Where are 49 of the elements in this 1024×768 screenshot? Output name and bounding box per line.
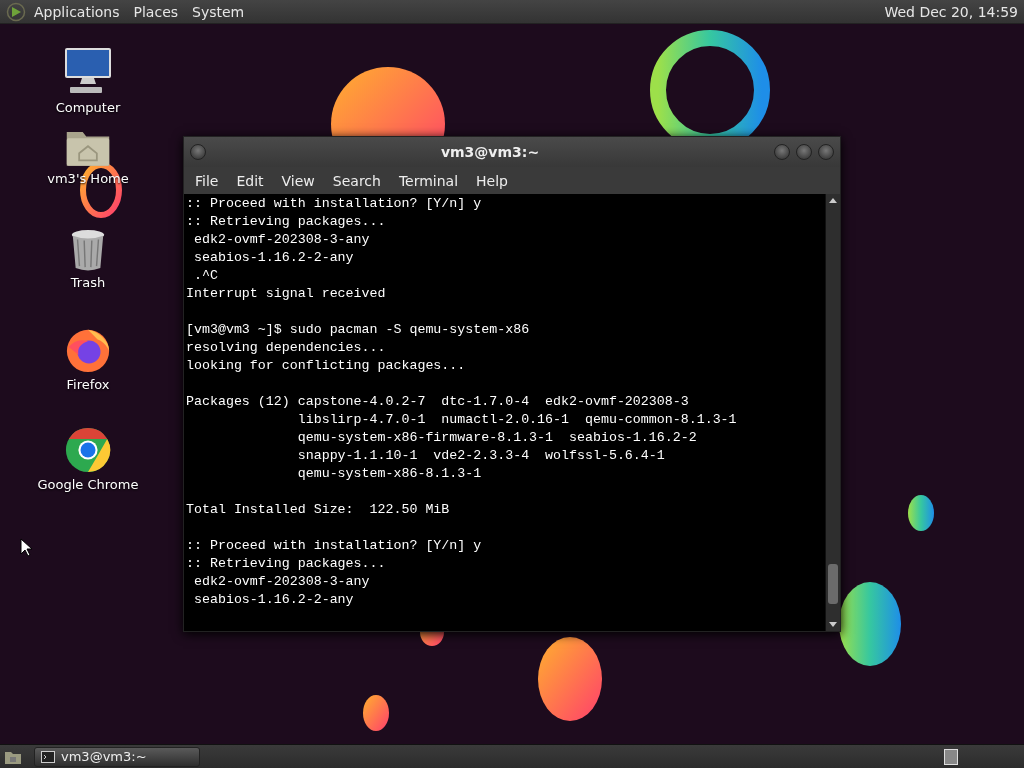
maximize-button[interactable] xyxy=(796,144,812,160)
desktop-icon-label[interactable]: Computer xyxy=(55,100,121,115)
panel-menu[interactable]: Applications xyxy=(34,3,120,20)
terminal-line: :: Proceed with installation? [Y/n] y xyxy=(186,537,482,555)
mouse-pointer-icon xyxy=(20,538,32,557)
scrollbar[interactable] xyxy=(825,194,840,631)
desktop-icon-label[interactable]: Trash xyxy=(70,275,106,290)
minimize-button[interactable] xyxy=(774,144,790,160)
menu-item[interactable]: File xyxy=(186,172,228,189)
terminal-line: [vm3@vm3 ~]$ sudo pacman -S qemu-system-x86 xyxy=(186,321,530,339)
terminal-line: snappy-1.1.10-1 vde2-2.3.3-4 wolfssl-5.6.4-1 xyxy=(296,447,665,465)
terminal-line: :: Proceed with installation? [Y/n] y xyxy=(186,195,482,213)
terminal-line: resolving dependencies... xyxy=(186,339,386,357)
terminal-line: qemu-system-x86-firmware-8.1.3-1 seabios-1.16.2-2 xyxy=(296,429,697,447)
menu-item[interactable]: Help xyxy=(467,172,517,189)
terminal-line: libslirp-4.7.0-1 numactl-2.0.16-1 qemu-common-8.1.3-1 xyxy=(296,411,737,429)
close-button[interactable] xyxy=(818,144,834,160)
terminal-icon xyxy=(41,750,55,763)
terminal-line: qemu-system-x86-8.1.3-1 xyxy=(296,465,482,483)
taskbar-button[interactable]: vm3@vm3:~ xyxy=(34,746,200,767)
terminal-line: :: Retrieving packages... xyxy=(186,555,386,573)
terminal-line: looking for conflicting packages... xyxy=(186,357,466,375)
scroll-thumb[interactable] xyxy=(828,564,838,604)
desktop-icon-label[interactable]: Google Chrome xyxy=(37,477,139,492)
trash-icon[interactable] xyxy=(69,228,107,272)
menu-item[interactable]: Terminal xyxy=(389,172,468,189)
panel-clock[interactable]: Wed Dec 20, 14:59 xyxy=(884,3,1018,20)
workspace-switcher[interactable] xyxy=(944,748,958,765)
desktop-icon-label[interactable]: Firefox xyxy=(66,377,110,392)
terminal-line: edk2-ovmf-202308-3-any xyxy=(192,231,370,249)
panel-menu[interactable]: System xyxy=(192,3,245,20)
terminal-line: Packages (12) capstone-4.0.2-7 dtc-1.7.0-4 edk2-ovmf-202308-3 xyxy=(186,393,689,411)
scroll-up-icon[interactable] xyxy=(829,198,837,203)
window-menu-button[interactable] xyxy=(190,144,206,160)
window-title: vm3@vm3:~ xyxy=(439,144,541,160)
menu-item[interactable]: Edit xyxy=(227,172,273,189)
browser-icon[interactable] xyxy=(64,426,112,474)
terminal-line: seabios-1.16.2-2-any xyxy=(192,249,354,267)
terminal-line: Interrupt signal received xyxy=(186,285,386,303)
panel-menu[interactable]: Places xyxy=(133,3,179,20)
terminal-line: seabios-1.16.2-2-any xyxy=(192,591,354,609)
terminal-line: edk2-ovmf-202308-3-any xyxy=(192,573,370,591)
menu-item[interactable]: View xyxy=(272,172,324,189)
terminal-line: Total Installed Size: 122.50 MiB xyxy=(186,501,450,519)
menu-item[interactable]: Search xyxy=(323,172,390,189)
distro-logo-icon[interactable] xyxy=(6,1,26,22)
terminal-line: .^C xyxy=(192,267,218,285)
terminal-line: :: Retrieving packages... xyxy=(186,213,386,231)
scroll-down-icon[interactable] xyxy=(829,622,837,627)
